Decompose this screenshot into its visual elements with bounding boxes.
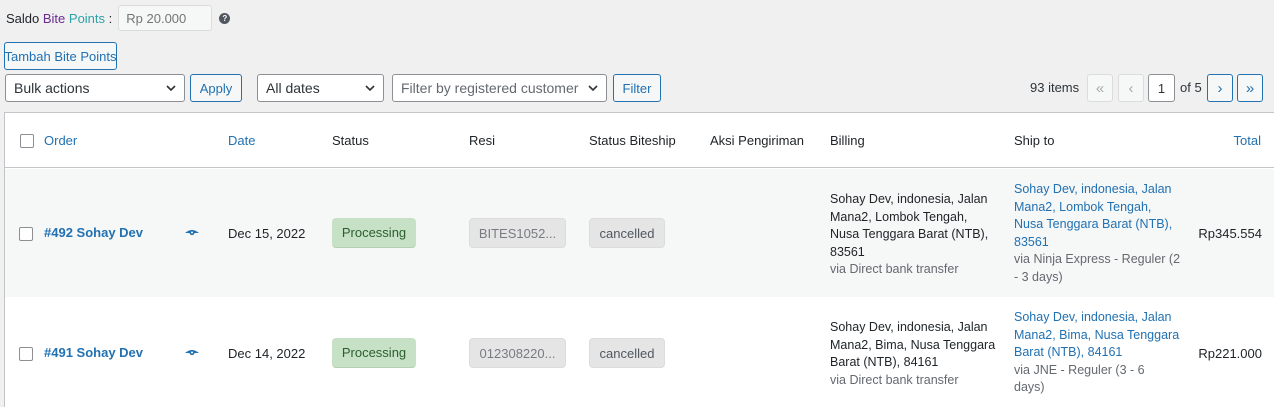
col-aksi-pengiriman: Aksi Pengiriman [710,133,804,148]
saldo-bite-points: Saldo Bite Points : ? [6,5,231,31]
filter-button[interactable]: Filter [613,74,661,102]
order-date: Dec 15, 2022 [228,226,306,241]
col-order[interactable]: Order [44,133,77,148]
saldo-input[interactable] [118,5,213,31]
order-total: Rp221.000 [1198,346,1262,361]
col-date[interactable]: Date [228,133,255,148]
status-biteship-badge: cancelled [589,338,665,368]
billing-payment-method: via Direct bank transfer [830,372,959,387]
table-header: Order Date Status Resi Status Biteship A… [5,113,1274,168]
dates-select[interactable]: All dates [257,74,384,102]
saldo-label: Saldo Bite Points : [6,10,113,26]
row-checkbox[interactable] [19,347,33,361]
order-link[interactable]: #492 Sohay Dev [44,225,143,240]
bulk-actions-value: Bulk actions [14,80,90,96]
prev-page-button[interactable]: ‹ [1118,74,1144,102]
order-link[interactable]: #491 Sohay Dev [44,345,143,360]
col-billing: Billing [830,133,865,148]
col-status: Status [332,133,369,148]
resi-badge[interactable]: BITES1052... [469,218,566,248]
tambah-bite-points-button[interactable]: Tambah Bite Points [4,42,117,70]
customer-filter-select[interactable]: Filter by registered customer [392,74,607,102]
col-status-biteship: Status Biteship [589,133,676,148]
items-count: 93 items [1030,80,1080,95]
order-total: Rp345.554 [1198,226,1262,241]
table-row: #492 Sohay Dev Dec 15, 2022 Processing B… [5,169,1274,297]
chevron-down-icon [166,85,176,92]
chevron-down-icon [588,85,598,92]
last-page-button[interactable]: » [1237,74,1263,102]
customer-filter-value: Filter by registered customer [401,80,579,96]
chevron-down-icon [365,85,375,92]
status-biteship-badge: cancelled [589,218,665,248]
row-checkbox[interactable] [19,227,33,241]
billing-payment-method: via Direct bank transfer [830,262,959,276]
eye-icon[interactable] [185,228,199,238]
billing-address: Sohay Dev, indonesia, Jalan Mana2, Lombo… [830,191,1000,279]
ship-to-address[interactable]: Sohay Dev, indonesia, Jalan Mana2, Lombo… [1014,181,1186,286]
order-date: Dec 14, 2022 [228,346,306,361]
first-page-button[interactable]: « [1087,74,1113,102]
col-resi: Resi [469,133,496,148]
status-badge: Processing [332,218,416,248]
shipping-method: via Ninja Express - Reguler (2 [1014,252,1181,266]
select-all-checkbox[interactable] [20,134,34,148]
shipping-method: via JNE - Reguler (3 - 6 [1014,362,1145,377]
dates-value: All dates [266,80,320,96]
next-page-button[interactable]: › [1207,74,1233,102]
billing-address: Sohay Dev, indonesia, Jalan Mana2, Bima,… [830,319,1000,389]
table-row: #491 Sohay Dev Dec 14, 2022 Processing 0… [5,297,1274,407]
status-badge: Processing [332,338,416,368]
eye-icon[interactable] [185,348,199,358]
total-pages: of 5 [1180,80,1202,95]
bulk-actions-select[interactable]: Bulk actions [5,74,185,102]
current-page-input[interactable]: 1 [1148,74,1175,102]
resi-badge[interactable]: 012308220... [469,338,566,368]
col-ship-to: Ship to [1014,133,1055,148]
apply-button[interactable]: Apply [190,74,242,102]
help-icon[interactable]: ? [219,12,231,24]
col-total[interactable]: Total [1234,133,1261,148]
ship-to-address[interactable]: Sohay Dev, indonesia, Jalan Mana2, Bima,… [1014,309,1186,397]
orders-table: Order Date Status Resi Status Biteship A… [4,112,1274,407]
